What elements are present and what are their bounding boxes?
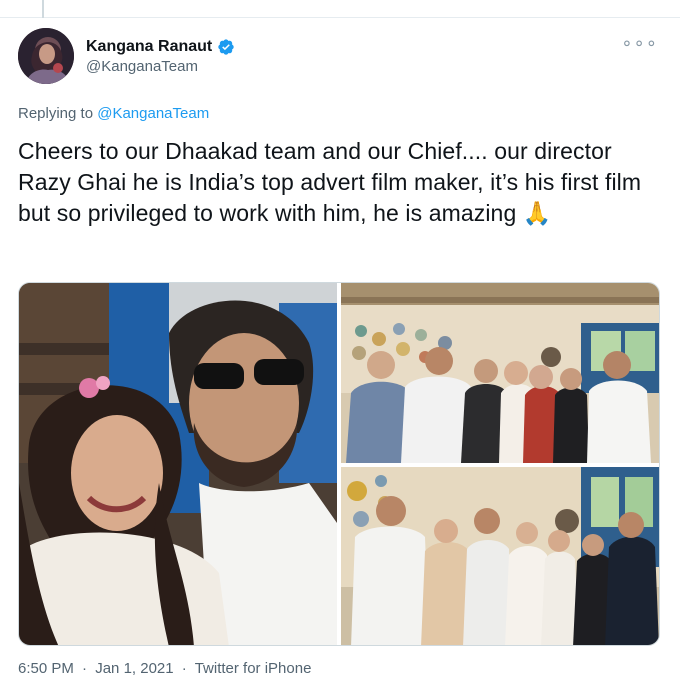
tweet-card: Kangana Ranaut @KanganaTeam ∘∘∘ Replying… — [0, 0, 680, 677]
photo-team-group-2[interactable] — [341, 467, 659, 645]
author-display-name[interactable]: Kangana Ranaut — [86, 38, 212, 56]
photo-selfie-image — [19, 283, 337, 645]
thread-connector-line — [42, 0, 44, 18]
replying-to: Replying to @KanganaTeam — [18, 105, 209, 122]
author-avatar[interactable] — [18, 28, 74, 84]
tweet-text: Cheers to our Dhaakad team and our Chief… — [18, 138, 642, 226]
media-grid — [18, 282, 660, 646]
photo-team-group-2-image — [341, 467, 659, 645]
photo-selfie[interactable] — [19, 283, 337, 645]
photo-team-group-1-image — [341, 283, 659, 463]
thread-divider — [0, 0, 680, 18]
photo-team-group-1[interactable] — [341, 283, 659, 463]
verified-badge-icon — [218, 39, 234, 55]
meta-separator: · — [82, 660, 88, 677]
tweet-time[interactable]: 6:50 PM — [18, 660, 74, 677]
meta-separator-2: · — [181, 660, 187, 677]
more-options-icon[interactable]: ∘∘∘ — [621, 34, 658, 56]
author-handle[interactable]: @KanganaTeam — [86, 58, 198, 75]
author-name-row[interactable]: Kangana Ranaut — [86, 36, 235, 58]
tweet-meta: 6:50 PM · Jan 1, 2021 · Twitter for iPho… — [18, 660, 315, 677]
replying-to-mention[interactable]: @KanganaTeam — [97, 105, 209, 122]
avatar-image — [18, 28, 74, 84]
tweet-source[interactable]: Twitter for iPhone — [195, 660, 312, 677]
tweet-date[interactable]: Jan 1, 2021 — [95, 660, 173, 677]
replying-to-label: Replying to — [18, 105, 94, 122]
